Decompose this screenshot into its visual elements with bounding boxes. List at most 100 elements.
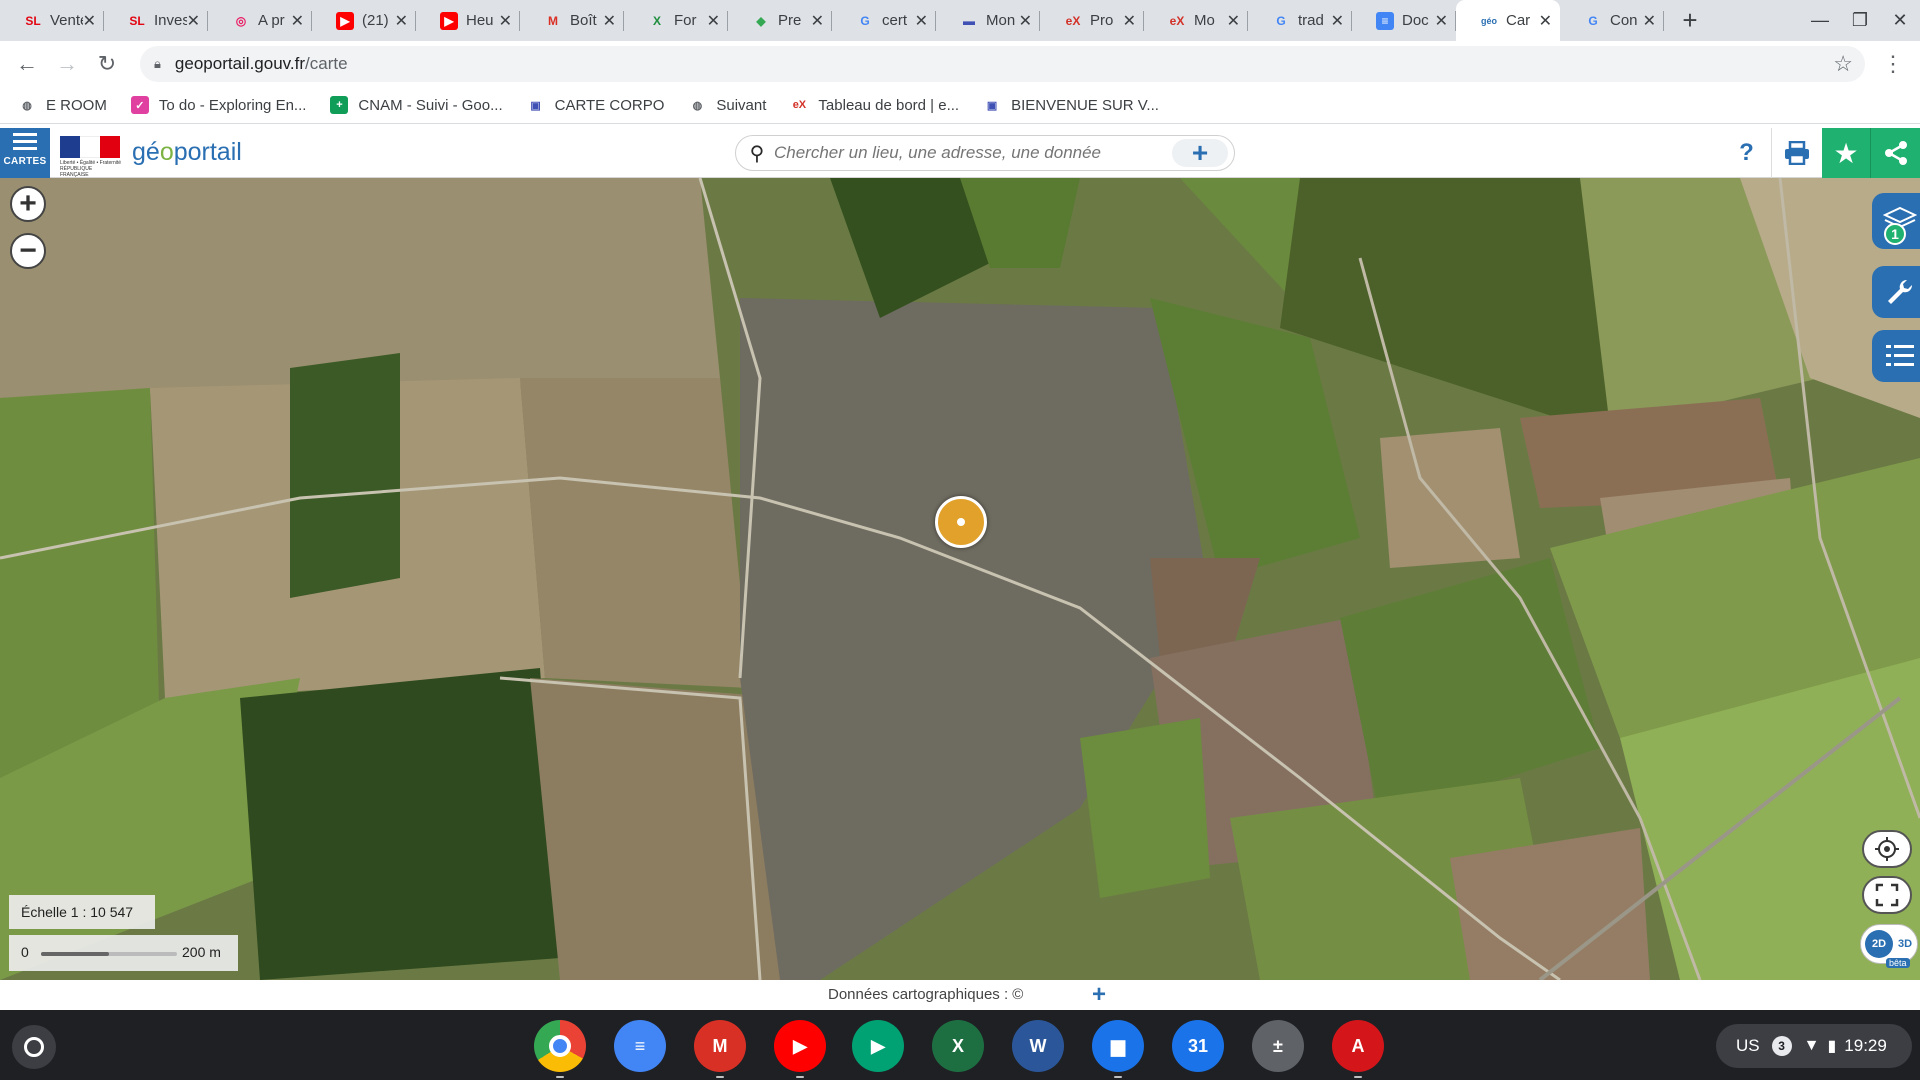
fullscreen-button[interactable] <box>1862 876 1912 914</box>
reload-icon[interactable]: ↻ <box>90 47 124 81</box>
bookmark-item[interactable]: ▣ CARTE CORPO <box>527 96 664 114</box>
youtube-app[interactable]: ▶ <box>774 1020 826 1072</box>
tab-title: Pre <box>778 12 802 29</box>
print-icon[interactable] <box>1772 128 1822 178</box>
advanced-search-plus-icon[interactable]: + <box>1172 137 1228 168</box>
browser-tab[interactable]: ▶ (21) ✕ <box>312 0 416 41</box>
bookmark-item[interactable]: ◍ E ROOM <box>18 96 107 114</box>
bookmark-item[interactable]: + CNAM - Suivi - Goo... <box>330 96 503 114</box>
docs-icon: ≡ <box>1376 11 1394 30</box>
docs-app[interactable]: ≡ <box>614 1020 666 1072</box>
tab-close-icon[interactable]: ✕ <box>1643 11 1656 31</box>
location-marker[interactable] <box>935 496 987 548</box>
tools-button[interactable] <box>1872 266 1920 318</box>
bookmark-label: Suivant <box>716 96 767 114</box>
tab-close-icon[interactable]: ✕ <box>1435 11 1448 31</box>
calendar-app[interactable]: 31 <box>1172 1020 1224 1072</box>
close-window-icon[interactable]: ✕ <box>1880 0 1920 41</box>
browser-tab[interactable]: ▶ Heu ✕ <box>416 0 520 41</box>
browser-tab[interactable]: eX Pro ✕ <box>1040 0 1144 41</box>
legend-button[interactable] <box>1872 330 1920 382</box>
bookmark-item[interactable]: ◍ Suivant <box>688 96 767 114</box>
tab-close-icon[interactable]: ✕ <box>915 11 928 31</box>
tab-title: Pro <box>1090 12 1114 29</box>
tab-close-icon[interactable]: ✕ <box>1227 11 1240 31</box>
tab-close-icon[interactable]: ✕ <box>395 11 408 31</box>
status-tray[interactable]: US 3 ▼ ▮ 19:29 <box>1716 1024 1912 1068</box>
geolocate-button[interactable] <box>1862 830 1912 868</box>
share-icon[interactable] <box>1870 128 1920 178</box>
clock[interactable]: 19:29 <box>1844 1036 1887 1056</box>
keyboard-layout[interactable]: US <box>1736 1036 1760 1056</box>
browser-tab[interactable]: M Boît ✕ <box>520 0 624 41</box>
browser-tab[interactable]: X For ✕ <box>624 0 728 41</box>
bookmark-item[interactable]: eX Tableau de bord | e... <box>790 96 959 114</box>
republique-francaise-logo[interactable]: Liberté • Égalité • Fraternité RÉPUBLIQU… <box>60 136 122 178</box>
tab-close-icon[interactable]: ✕ <box>1539 11 1552 31</box>
chrome-menu-icon[interactable]: ⋮ <box>1880 47 1906 81</box>
bookmark-item[interactable]: ▣ BIENVENUE SUR V... <box>983 96 1159 114</box>
browser-tab[interactable]: SL Vente✕ <box>0 0 104 41</box>
tab-close-icon[interactable]: ✕ <box>603 11 616 31</box>
cartes-menu-button[interactable]: CARTES <box>0 128 50 178</box>
view-3d-option[interactable]: 3D <box>1898 938 1912 950</box>
running-indicator <box>1354 1076 1362 1078</box>
tab-title: trad <box>1298 12 1324 29</box>
tab-close-icon[interactable]: ✕ <box>1331 11 1344 31</box>
restore-icon[interactable]: ❐ <box>1840 0 1880 41</box>
browser-tab[interactable]: SL Inves ✕ <box>104 0 208 41</box>
gmail-app[interactable]: M <box>694 1020 746 1072</box>
browser-tab[interactable]: géo Car ✕ <box>1456 0 1560 41</box>
browser-tab[interactable]: ◎ A pr ✕ <box>208 0 312 41</box>
browser-tab[interactable]: G Con ✕ <box>1560 0 1664 41</box>
target-icon: ◎ <box>235 13 247 28</box>
calculator-app[interactable]: ± <box>1252 1020 1304 1072</box>
zoom-out-button[interactable]: − <box>10 233 46 269</box>
excel-app[interactable]: X <box>932 1020 984 1072</box>
word-app[interactable]: W <box>1012 1020 1064 1072</box>
zoom-in-button[interactable]: + <box>10 186 46 222</box>
tab-close-icon[interactable]: ✕ <box>811 11 824 31</box>
files-app[interactable]: ▆ <box>1092 1020 1144 1072</box>
browser-tab[interactable]: Gcert ✕ <box>832 0 936 41</box>
search-icon[interactable]: ⚲ <box>740 141 774 166</box>
favorites-star-icon[interactable]: ★ <box>1822 128 1870 178</box>
geoportail-logo[interactable]: géoportail <box>132 138 242 167</box>
browser-tab[interactable]: ◆ Pre ✕ <box>728 0 832 41</box>
chrome-app[interactable] <box>534 1020 586 1072</box>
tab-close-icon[interactable]: ✕ <box>83 11 96 31</box>
help-button[interactable]: ? <box>1722 128 1772 178</box>
browser-toolbar: ← → ↻ 🔒︎ geoportail.gouv.fr/carte ☆ <box>0 41 1920 87</box>
browser-tab[interactable]: ≡ Doc ✕ <box>1352 0 1456 41</box>
tab-close-icon[interactable]: ✕ <box>1123 11 1136 31</box>
forward-icon[interactable]: → <box>50 47 84 81</box>
republic-text: Liberté • Égalité • Fraternité RÉPUBLIQU… <box>60 160 122 178</box>
play-store-app[interactable]: ▶ <box>852 1020 904 1072</box>
browser-tab[interactable]: Gtrad ✕ <box>1248 0 1352 41</box>
new-tab-button[interactable]: + <box>1670 0 1710 41</box>
bookmark-item[interactable]: ✓ To do - Exploring En... <box>130 96 306 114</box>
tab-close-icon[interactable]: ✕ <box>707 11 720 31</box>
aerial-map[interactable]: + − 1 2D 3D bêta Échelle 1 : 10 547 0 20… <box>0 178 1920 980</box>
attribution-more-button[interactable]: + <box>1092 981 1106 1009</box>
minimize-icon[interactable]: — <box>1800 0 1840 41</box>
tab-close-icon[interactable]: ✕ <box>291 11 304 31</box>
tab-close-icon[interactable]: ✕ <box>499 11 512 31</box>
search-input[interactable] <box>774 143 1174 163</box>
browser-tab[interactable]: eX Mo ✕ <box>1144 0 1248 41</box>
tab-close-icon[interactable]: ✕ <box>187 11 200 31</box>
wifi-icon: ▼ <box>1803 1037 1820 1054</box>
back-icon[interactable]: ← <box>10 47 44 81</box>
url-text[interactable]: geoportail.gouv.fr/carte <box>175 54 348 74</box>
tab-close-icon[interactable]: ✕ <box>1019 11 1032 31</box>
bookmark-star-icon[interactable]: ☆ <box>1833 51 1853 77</box>
notification-badge[interactable]: 3 <box>1771 1036 1792 1056</box>
tab-title: Heu <box>466 12 494 29</box>
launcher-button[interactable] <box>12 1025 56 1069</box>
acrobat-app[interactable]: A <box>1332 1020 1384 1072</box>
browser-tab[interactable]: ▬ Mon ✕ <box>936 0 1040 41</box>
view-2d-option[interactable]: 2D <box>1865 930 1893 958</box>
site-icon: ▣ <box>530 99 541 112</box>
address-bar[interactable]: 🔒︎ geoportail.gouv.fr/carte ☆ <box>140 46 1865 82</box>
chromeos-shelf: ≡ M ▶ ▶ X W ▆ 31 ± A US 3 ▼ ▮ 19:29 <box>0 1010 1920 1080</box>
